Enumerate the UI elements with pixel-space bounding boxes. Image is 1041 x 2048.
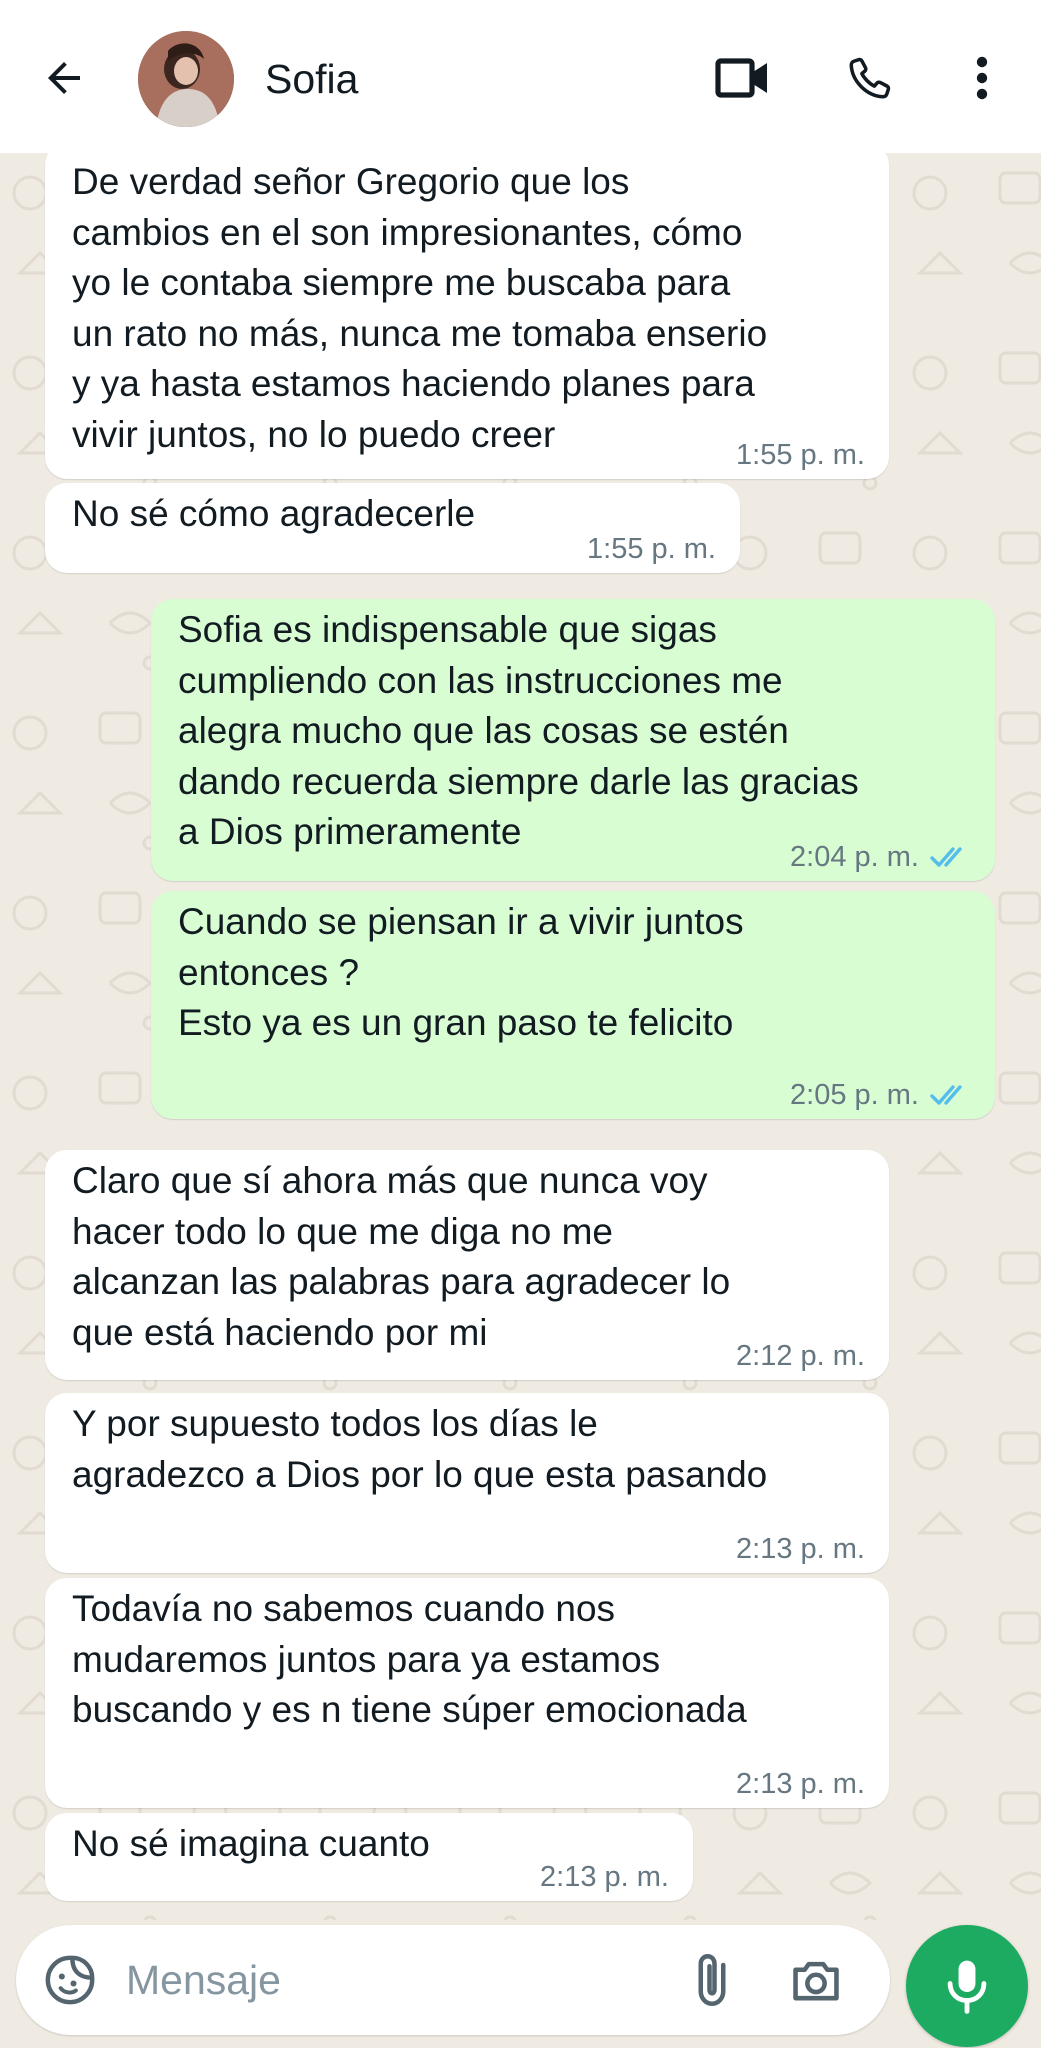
phone-icon	[849, 57, 891, 99]
read-receipt-icon	[930, 847, 962, 867]
message-meta: 2:12 p. m.	[736, 1338, 865, 1374]
message-time: 2:13 p. m.	[736, 1768, 865, 1800]
message-bubble-incoming[interactable]: Y por supuesto todos los días le agradez…	[45, 1393, 889, 1573]
message-time: 1:55 p. m.	[587, 533, 716, 565]
message-bubble-outgoing[interactable]: Sofia es indispensable que sigas cumplie…	[151, 599, 995, 881]
message-composer	[16, 1925, 890, 2035]
message-meta: 2:05 p. m.	[790, 1077, 975, 1113]
message-time: 2:13 p. m.	[540, 1861, 669, 1893]
message-text: Todavía no sabemos cuando nos mudaremos …	[72, 1588, 747, 1730]
message-meta: 2:13 p. m.	[736, 1531, 865, 1567]
avatar-photo	[138, 31, 234, 127]
message-meta: 2:13 p. m.	[736, 1766, 865, 1802]
message-meta: 1:55 p. m.	[587, 531, 716, 567]
message-text: Claro que sí ahora más que nunca voy hac…	[72, 1160, 731, 1353]
message-meta: 2:04 p. m.	[790, 839, 975, 875]
chat-header: Sofia	[0, 0, 1041, 153]
message-meta: 1:55 p. m.	[736, 437, 865, 473]
sticker-button[interactable]	[38, 1948, 102, 2012]
message-text: No sé cómo agradecerle	[72, 493, 476, 534]
sticker-icon	[45, 1955, 95, 2005]
message-text: Y por supuesto todos los días le agradez…	[72, 1403, 768, 1495]
more-vertical-icon	[976, 56, 988, 100]
arrow-left-icon	[48, 62, 80, 94]
message-time: 2:13 p. m.	[736, 1533, 865, 1565]
attach-button[interactable]	[680, 1948, 744, 2012]
message-bubble-incoming[interactable]: De verdad señor Gregorio que los cambios…	[45, 153, 889, 479]
microphone-icon	[947, 1960, 987, 2014]
message-time: 1:55 p. m.	[736, 439, 865, 471]
contact-name[interactable]: Sofia	[265, 54, 358, 104]
message-bubble-incoming[interactable]: Claro que sí ahora más que nunca voy hac…	[45, 1150, 889, 1380]
camera-icon	[793, 1961, 839, 2001]
back-button[interactable]	[36, 50, 92, 106]
message-time: 2:05 p. m.	[790, 1079, 919, 1111]
message-bubble-incoming[interactable]: Todavía no sabemos cuando nos mudaremos …	[45, 1578, 889, 1808]
message-text: No sé imagina cuanto	[72, 1823, 430, 1864]
paperclip-icon	[698, 1953, 726, 2007]
read-receipt-icon	[930, 1085, 962, 1105]
message-time: 2:12 p. m.	[736, 1340, 865, 1372]
message-text: De verdad señor Gregorio que los cambios…	[72, 161, 768, 455]
message-bubble-incoming[interactable]: No sé cómo agradecerle 1:55 p. m.	[45, 483, 740, 573]
more-options-button[interactable]	[952, 48, 1012, 108]
video-call-button[interactable]	[713, 48, 773, 108]
message-bubble-incoming[interactable]: No sé imagina cuanto 2:13 p. m.	[45, 1813, 693, 1901]
contact-avatar[interactable]	[138, 31, 234, 127]
voice-call-button[interactable]	[840, 48, 900, 108]
camera-button[interactable]	[784, 1948, 848, 2012]
message-bubble-outgoing[interactable]: Cuando se piensan ir a vivir juntos ento…	[151, 891, 995, 1119]
message-text: Cuando se piensan ir a vivir juntos ento…	[178, 901, 744, 1043]
message-input[interactable]	[126, 1947, 666, 2013]
message-time: 2:04 p. m.	[790, 841, 919, 873]
message-list[interactable]: De verdad señor Gregorio que los cambios…	[0, 153, 1041, 1920]
video-camera-icon	[715, 58, 767, 98]
voice-message-button[interactable]	[906, 1925, 1028, 2047]
message-meta: 2:13 p. m.	[540, 1859, 669, 1895]
message-text: Sofia es indispensable que sigas cumplie…	[178, 609, 859, 852]
